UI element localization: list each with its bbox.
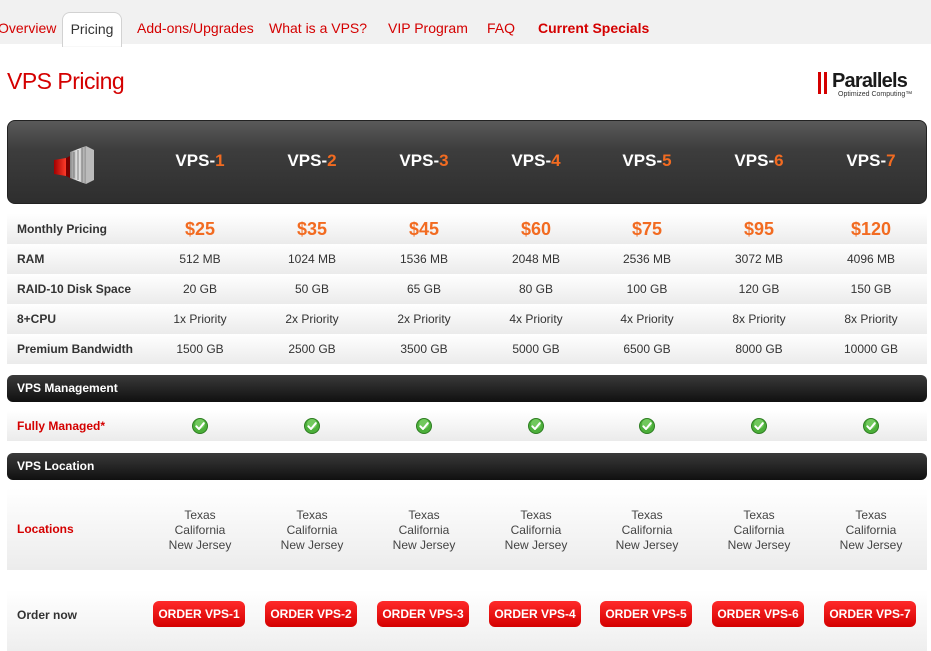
page-title: VPS Pricing <box>7 68 125 94</box>
bandwidth-vps-2: 2500 GB <box>288 342 336 356</box>
checkmark-icon <box>639 418 655 434</box>
order-vps-2-button[interactable]: ORDER VPS-2 <box>265 601 357 627</box>
locations-vps-1: Texas California New Jersey <box>168 508 232 552</box>
locations-vps-2: Texas California New Jersey <box>280 508 344 552</box>
checkmark-icon <box>304 418 320 434</box>
order-vps-3-button[interactable]: ORDER VPS-3 <box>377 601 469 627</box>
ram-vps-2: 1024 MB <box>287 252 337 266</box>
section-title: VPS Management <box>17 381 118 395</box>
logo-name: Parallels <box>832 70 908 92</box>
server-icon <box>54 146 94 184</box>
bandwidth-vps-6: 8000 GB <box>735 342 783 356</box>
disk-vps-4: 80 GB <box>518 282 554 296</box>
row-label: RAM <box>17 252 45 266</box>
ram-vps-5: 2536 MB <box>622 252 672 266</box>
order-vps-4-button[interactable]: ORDER VPS-4 <box>489 601 581 627</box>
disk-vps-1: 20 GB <box>182 282 218 296</box>
plan-name-vps-2: VPS-2 <box>287 151 337 170</box>
tab-addons-upgrades[interactable]: Add-ons/Upgrades <box>137 0 254 44</box>
cpu-vps-4: 4x Priority <box>509 312 563 326</box>
bandwidth-vps-3: 3500 GB <box>400 342 448 356</box>
checkmark-icon <box>528 418 544 434</box>
row-label: Premium Bandwidth <box>17 342 134 356</box>
plan-name-vps-3: VPS-3 <box>399 151 449 170</box>
row-monthly-pricing: Monthly Pricing $25 $35 $45 $60 $75 $95 … <box>7 214 927 244</box>
locations-vps-7: Texas California New Jersey <box>839 508 903 552</box>
plan-name-vps-6: VPS-6 <box>734 151 784 170</box>
disk-vps-2: 50 GB <box>294 282 330 296</box>
row-label: Fully Managed* <box>17 419 106 433</box>
locations-vps-6: Texas California New Jersey <box>727 508 791 552</box>
tab-bar: Overview Pricing Add-ons/Upgrades What i… <box>0 0 931 47</box>
price-vps-6: $95 <box>743 219 775 239</box>
checkmark-icon <box>751 418 767 434</box>
ram-vps-6: 3072 MB <box>734 252 784 266</box>
cpu-vps-2: 2x Priority <box>285 312 339 326</box>
ram-vps-4: 2048 MB <box>511 252 561 266</box>
section-vps-location: VPS Location <box>7 453 927 480</box>
price-vps-3: $45 <box>408 219 440 239</box>
locations-vps-4: Texas California New Jersey <box>504 508 568 552</box>
cpu-vps-3: 2x Priority <box>397 312 451 326</box>
disk-vps-3: 65 GB <box>406 282 442 296</box>
checkmark-icon <box>416 418 432 434</box>
locations-vps-3: Texas California New Jersey <box>392 508 456 552</box>
ram-vps-7: 4096 MB <box>846 252 896 266</box>
bandwidth-vps-7: 10000 GB <box>843 342 899 356</box>
row-label: Order now <box>17 608 78 622</box>
price-vps-4: $60 <box>520 219 552 239</box>
bandwidth-vps-1: 1500 GB <box>176 342 224 356</box>
plan-name-vps-1: VPS-1 <box>175 151 225 170</box>
section-vps-management: VPS Management <box>7 375 927 402</box>
plan-name-vps-5: VPS-5 <box>622 151 672 170</box>
price-vps-1: $25 <box>184 219 216 239</box>
disk-vps-6: 120 GB <box>738 282 780 296</box>
plan-name-vps-4: VPS-4 <box>511 151 561 170</box>
order-vps-7-button[interactable]: ORDER VPS-7 <box>824 601 916 627</box>
logo-tagline: Optimized Computing™ <box>838 91 913 98</box>
order-vps-1-button[interactable]: ORDER VPS-1 <box>153 601 245 627</box>
row-bandwidth: Premium Bandwidth 1500 GB 2500 GB 3500 G… <box>7 334 927 364</box>
row-label: Locations <box>17 522 74 536</box>
plan-name-vps-7: VPS-7 <box>846 151 896 170</box>
tab-current-specials[interactable]: Current Specials <box>538 0 649 44</box>
disk-vps-5: 100 GB <box>626 282 668 296</box>
checkmark-icon <box>863 418 879 434</box>
bandwidth-vps-5: 6500 GB <box>623 342 671 356</box>
row-order-now: Order now ORDER VPS-1 ORDER VPS-2 ORDER … <box>7 590 927 651</box>
row-disk-space: RAID-10 Disk Space 20 GB 50 GB 65 GB 80 … <box>7 274 927 304</box>
row-label: 8+CPU <box>17 312 57 326</box>
order-vps-5-button[interactable]: ORDER VPS-5 <box>600 601 692 627</box>
section-title: VPS Location <box>17 459 95 473</box>
parallels-bars-icon <box>818 72 828 94</box>
tab-vip-program[interactable]: VIP Program <box>388 0 468 44</box>
cpu-vps-1: 1x Priority <box>173 312 227 326</box>
tab-faq[interactable]: FAQ <box>487 0 515 44</box>
row-ram: RAM 512 MB 1024 MB 1536 MB 2048 MB 2536 … <box>7 244 927 274</box>
bandwidth-vps-4: 5000 GB <box>512 342 560 356</box>
row-fully-managed: Fully Managed* <box>7 411 927 441</box>
row-label: Monthly Pricing <box>17 222 107 236</box>
cpu-vps-7: 8x Priority <box>844 312 898 326</box>
tab-overview[interactable]: Overview <box>0 0 56 44</box>
tab-what-is-a-vps[interactable]: What is a VPS? <box>269 0 367 44</box>
parallels-logo: Parallels Optimized Computing™ <box>818 70 922 102</box>
order-vps-6-button[interactable]: ORDER VPS-6 <box>712 601 804 627</box>
price-vps-7: $120 <box>850 219 892 239</box>
price-vps-5: $75 <box>631 219 663 239</box>
ram-vps-1: 512 MB <box>179 252 221 266</box>
locations-vps-5: Texas California New Jersey <box>615 508 679 552</box>
disk-vps-7: 150 GB <box>850 282 892 296</box>
row-locations: Locations Texas California New Jersey Texa… <box>7 488 927 570</box>
row-label: RAID-10 Disk Space <box>17 282 132 296</box>
cpu-vps-5: 4x Priority <box>620 312 674 326</box>
checkmark-icon <box>192 418 208 434</box>
cpu-vps-6: 8x Priority <box>732 312 786 326</box>
plans-header: VPS-1 VPS-2 VPS-3 VPS-4 VPS-5 VPS-6 VPS-… <box>7 120 927 204</box>
tab-pricing[interactable]: Pricing <box>62 12 122 47</box>
ram-vps-3: 1536 MB <box>399 252 449 266</box>
row-cpu: 8+CPU 1x Priority 2x Priority 2x Priorit… <box>7 304 927 334</box>
price-vps-2: $35 <box>296 219 328 239</box>
